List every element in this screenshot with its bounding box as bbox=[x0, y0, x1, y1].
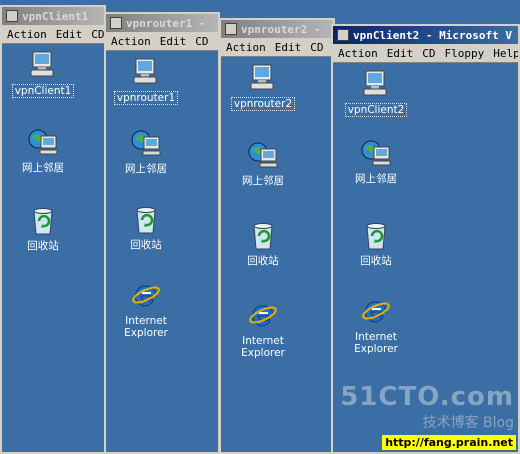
menu-cd[interactable]: CD bbox=[422, 47, 435, 60]
titlebar[interactable]: vpnClient1 bbox=[2, 7, 104, 25]
icon-label: Internet Explorer bbox=[241, 335, 285, 359]
icon-label: 回收站 bbox=[247, 255, 279, 267]
titlebar[interactable]: vpnrouter2 - bbox=[221, 20, 333, 38]
internet-explorer-icon bbox=[360, 296, 392, 328]
menu-edit[interactable]: Edit bbox=[275, 41, 302, 54]
recycle-bin-icon bbox=[247, 220, 279, 252]
window-vpnrouter2[interactable]: vpnrouter2 - Action Edit CD vpnrouter2 网… bbox=[219, 18, 335, 454]
desktop-icon-internet-explorer[interactable]: Internet Explorer bbox=[221, 300, 311, 359]
icon-label: 网上邻居 bbox=[22, 162, 64, 174]
icon-label: 网上邻居 bbox=[242, 175, 284, 187]
desktop-icon-my-computer[interactable]: vpnClient1 bbox=[2, 49, 91, 98]
icon-label: 回收站 bbox=[130, 239, 162, 251]
desktop-icon-recycle-bin[interactable]: 回收站 bbox=[106, 204, 194, 251]
recycle-bin-icon bbox=[360, 220, 392, 252]
watermark: 51CTO.com 技术博客 Blog bbox=[340, 382, 514, 432]
menu-action[interactable]: Action bbox=[226, 41, 266, 54]
icon-label: 网上邻居 bbox=[355, 173, 397, 185]
titlebar[interactable]: vpnrouter1 - bbox=[106, 14, 218, 32]
icon-label: 回收站 bbox=[360, 255, 392, 267]
window-app-icon bbox=[110, 17, 122, 29]
window-app-icon bbox=[337, 29, 349, 41]
window-app-icon bbox=[225, 23, 237, 35]
desktop-icon-my-computer[interactable]: vpnrouter2 bbox=[221, 62, 311, 111]
icon-label: 网上邻居 bbox=[125, 163, 167, 175]
icon-label: 回收站 bbox=[27, 240, 59, 252]
network-places-icon bbox=[247, 140, 279, 172]
internet-explorer-icon bbox=[247, 300, 279, 332]
network-places-icon bbox=[360, 138, 392, 170]
watermark-logo: 51CTO.com bbox=[340, 382, 514, 412]
window-title: vpnClient1 bbox=[22, 9, 89, 23]
network-places-icon bbox=[27, 127, 59, 159]
internet-explorer-icon bbox=[130, 280, 162, 312]
computer-icon bbox=[247, 62, 279, 94]
recycle-bin-icon bbox=[27, 205, 59, 237]
menu-edit[interactable]: Edit bbox=[160, 35, 187, 48]
window-vpnrouter1[interactable]: vpnrouter1 - Action Edit CD vpnrouter1 网… bbox=[104, 12, 220, 454]
icon-label: vpnClient1 bbox=[11, 84, 75, 98]
icon-label: Internet Explorer bbox=[354, 331, 398, 355]
watermark-url: http://fang.prain.net bbox=[382, 435, 516, 450]
window-app-icon bbox=[6, 10, 18, 22]
desktop-icon-my-computer[interactable]: vpnClient2 bbox=[333, 68, 424, 117]
desktop-icon-network[interactable]: 网上邻居 bbox=[221, 140, 311, 187]
desktop-icon-my-computer[interactable]: vpnrouter1 bbox=[106, 56, 194, 105]
desktop-icon-recycle-bin[interactable]: 回收站 bbox=[333, 220, 424, 267]
menubar: Action Edit CD bbox=[2, 25, 104, 44]
computer-icon bbox=[27, 49, 59, 81]
menu-edit[interactable]: Edit bbox=[387, 47, 414, 60]
icon-label: vpnrouter1 bbox=[113, 91, 179, 105]
menubar: Action Edit CD bbox=[106, 32, 218, 51]
computer-icon bbox=[360, 68, 392, 100]
window-title: vpnrouter1 - bbox=[126, 16, 206, 30]
icon-label: Internet Explorer bbox=[124, 315, 168, 339]
desktop-icon-network[interactable]: 网上邻居 bbox=[2, 127, 91, 174]
menu-help[interactable]: Help bbox=[493, 47, 518, 60]
recycle-bin-icon bbox=[130, 204, 162, 236]
menu-cd[interactable]: CD bbox=[195, 35, 208, 48]
menubar: Action Edit CD Floppy Help bbox=[333, 44, 518, 63]
menu-cd[interactable]: CD bbox=[310, 41, 323, 54]
desktop-icon-recycle-bin[interactable]: 回收站 bbox=[221, 220, 311, 267]
computer-icon bbox=[130, 56, 162, 88]
window-vpnclient1[interactable]: vpnClient1 Action Edit CD vpnClient1 网上邻… bbox=[0, 5, 106, 454]
menubar: Action Edit CD bbox=[221, 38, 333, 57]
icon-label: vpnClient2 bbox=[344, 103, 408, 117]
window-title: vpnClient2 - Microsoft V bbox=[353, 28, 512, 42]
desktop-icon-recycle-bin[interactable]: 回收站 bbox=[2, 205, 91, 252]
desktop-icon-internet-explorer[interactable]: Internet Explorer bbox=[106, 280, 194, 339]
window-title: vpnrouter2 - bbox=[241, 22, 321, 36]
menu-cd[interactable]: CD bbox=[91, 28, 104, 41]
network-places-icon bbox=[130, 128, 162, 160]
menu-edit[interactable]: Edit bbox=[56, 28, 83, 41]
desktop-icon-network[interactable]: 网上邻居 bbox=[106, 128, 194, 175]
titlebar[interactable]: vpnClient2 - Microsoft V bbox=[333, 26, 518, 44]
desktop-icon-network[interactable]: 网上邻居 bbox=[333, 138, 424, 185]
menu-action[interactable]: Action bbox=[111, 35, 151, 48]
menu-action[interactable]: Action bbox=[7, 28, 47, 41]
menu-floppy[interactable]: Floppy bbox=[445, 47, 485, 60]
menu-action[interactable]: Action bbox=[338, 47, 378, 60]
icon-label: vpnrouter2 bbox=[230, 97, 296, 111]
watermark-subtitle: 技术博客 Blog bbox=[422, 415, 514, 431]
desktop-icon-internet-explorer[interactable]: Internet Explorer bbox=[333, 296, 424, 355]
